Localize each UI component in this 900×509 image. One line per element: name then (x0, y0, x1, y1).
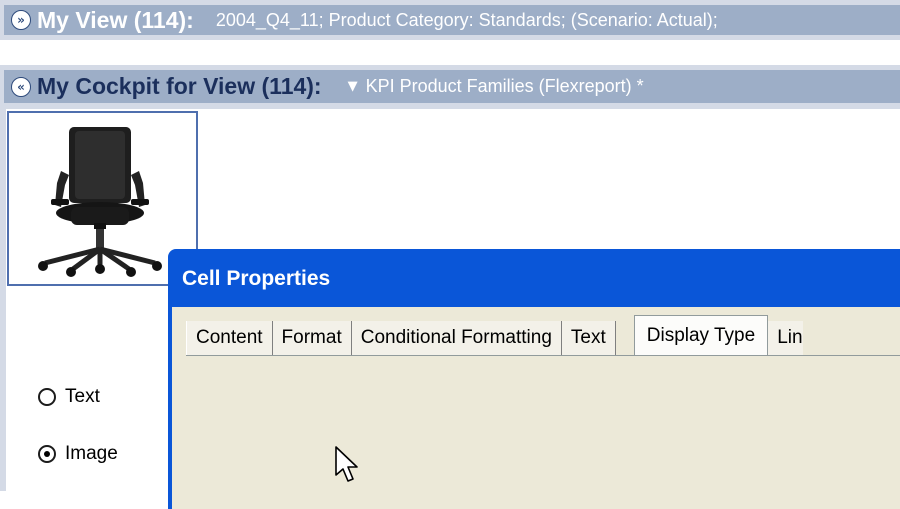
double-chevron-down-icon[interactable]: » (11, 10, 31, 30)
view-description: 2004_Q4_11; Product Category: Standards;… (215, 9, 718, 30)
display-type-panel (186, 355, 900, 509)
view-bar-strip: » My View (114): 2004_Q4_11; Product Cat… (4, 5, 900, 35)
report-dropdown[interactable]: ▼ KPI Product Families (Flexreport) * (348, 76, 644, 97)
radio-option-image[interactable]: Image (38, 443, 118, 465)
radio-label-text: Text (65, 386, 100, 407)
dialog-client-area: Content Format Conditional Formatting Te… (172, 307, 900, 509)
mouse-pointer-icon (335, 446, 358, 482)
radio-button-text[interactable] (38, 388, 56, 406)
view-bar: » My View (114): 2004_Q4_11; Product Cat… (0, 0, 900, 40)
tab-text[interactable]: Text (561, 321, 616, 355)
dialog-title: Cell Properties (182, 267, 331, 290)
cockpit-bar: « My Cockpit for View (114): ▼ KPI Produ… (0, 65, 900, 109)
tab-display-type[interactable]: Display Type (633, 315, 769, 355)
cockpit-title: My Cockpit for View (114): (37, 73, 322, 99)
report-name: KPI Product Families (Flexreport) * (365, 76, 644, 96)
dialog-tab-strip: Content Format Conditional Formatting Te… (186, 315, 900, 355)
tab-format[interactable]: Format (272, 321, 352, 355)
radio-label-image: Image (65, 443, 118, 464)
tab-conditional-formatting[interactable]: Conditional Formatting (351, 321, 562, 355)
double-chevron-up-icon[interactable]: « (11, 76, 31, 97)
radio-button-image[interactable] (38, 445, 56, 463)
cell-properties-dialog: Cell Properties Content Format Condition… (168, 249, 900, 509)
office-chair-icon (38, 127, 162, 277)
tab-content[interactable]: Content (186, 321, 273, 355)
view-title: My View (114): (37, 6, 194, 33)
tab-lin[interactable]: Lin (768, 321, 803, 355)
left-margin (0, 109, 6, 491)
dropdown-triangle-icon: ▼ (347, 79, 358, 94)
cockpit-bar-strip: « My Cockpit for View (114): ▼ KPI Produ… (4, 70, 900, 103)
radio-option-text[interactable]: Text (38, 386, 100, 408)
